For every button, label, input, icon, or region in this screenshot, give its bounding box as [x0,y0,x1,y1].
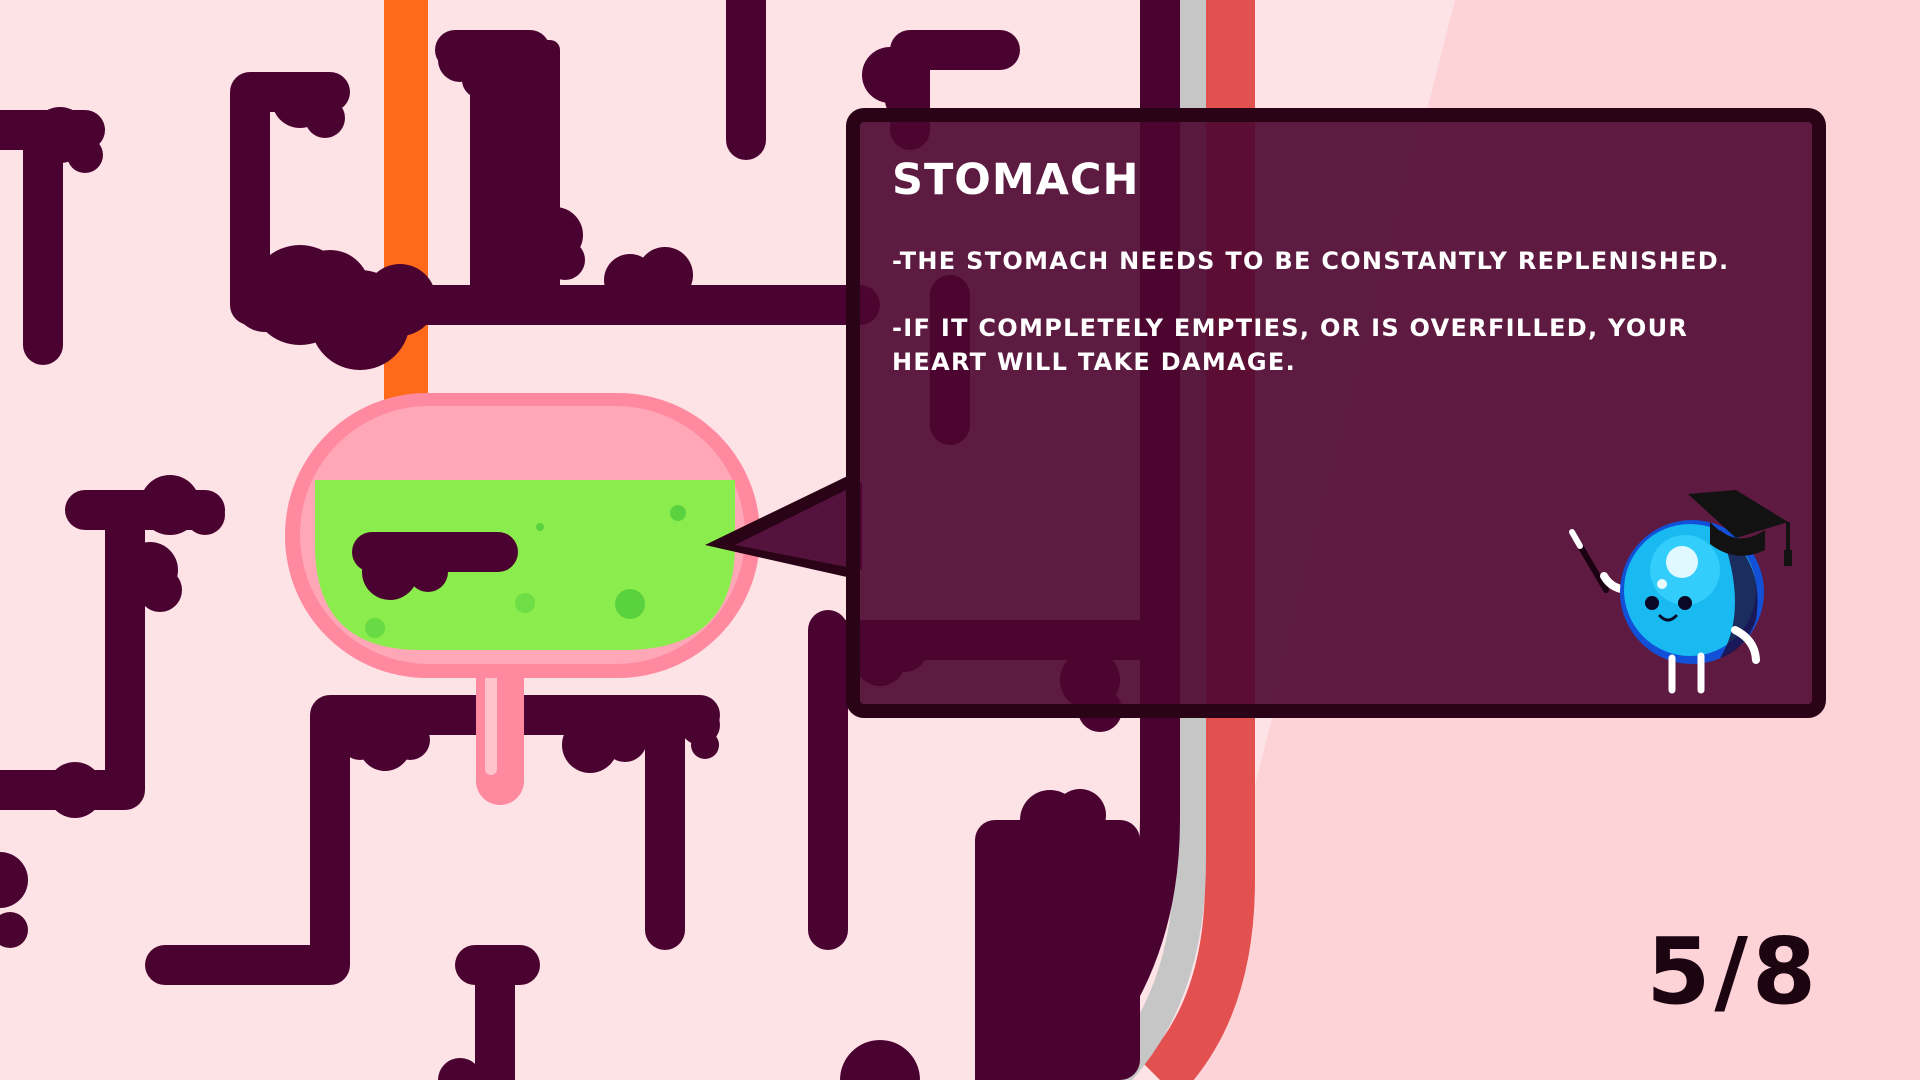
tutorial-line: -THE STOMACH NEEDS TO BE CONSTANTLY REPL… [892,247,1730,275]
tutorial-title: STOMACH [892,155,1140,205]
teacher-blob-icon [1569,490,1792,694]
tube-block-bottom [980,820,1140,1080]
stomach-organ [285,393,760,678]
game-screen: STOMACH -THE STOMACH NEEDS TO BE CONSTAN… [0,0,1920,1080]
tutorial-line: -IF IT COMPLETELY EMPTIES, OR IS OVERFIL… [892,314,1689,376]
page-counter: 5/8 [1646,918,1820,1025]
